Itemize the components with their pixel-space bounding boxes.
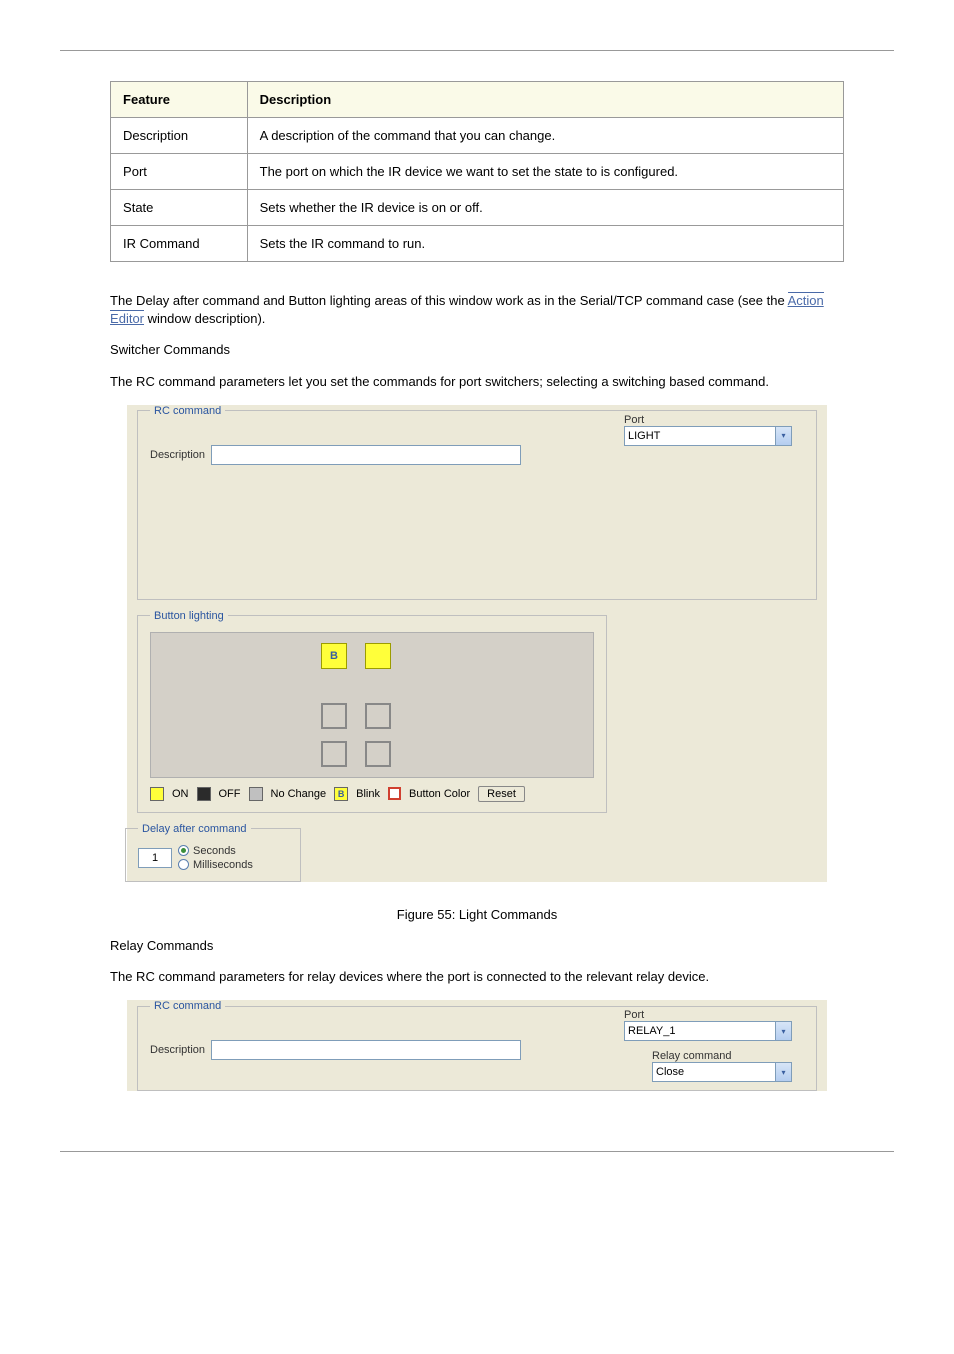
swatch-off — [197, 787, 211, 801]
label-relay-command: Relay command — [652, 1050, 731, 1062]
figure-caption: Figure 55: Light Commands — [110, 906, 844, 924]
label-description: Description — [150, 1044, 205, 1056]
para-delay-lighting: The Delay after command and Button light… — [110, 292, 844, 328]
feature-table: Feature Description Description A descri… — [110, 81, 844, 262]
para-relay: The RC command parameters for relay devi… — [110, 968, 844, 986]
swatch-blink: B — [334, 787, 348, 801]
port-select[interactable] — [624, 1021, 792, 1041]
th-description: Description — [247, 82, 843, 118]
fieldset-rc-command: RC command Description Port ▾ — [137, 405, 817, 600]
lighting-button-slot[interactable] — [321, 703, 347, 729]
radio-milliseconds[interactable] — [178, 859, 189, 870]
swatch-nochange — [249, 787, 263, 801]
table-row: Description A description of the command… — [111, 118, 844, 154]
dialog-light-commands: RC command Description Port ▾ Button lig… — [127, 405, 827, 882]
fieldset-delay: Delay after command Seconds Milliseconds — [125, 823, 301, 882]
table-row: State Sets whether the IR device is on o… — [111, 190, 844, 226]
heading-switcher: Switcher Commands — [110, 341, 844, 359]
para-switcher: The RC command parameters let you set th… — [110, 373, 844, 391]
fieldset-button-lighting: Button lighting B ON OFF No Change — [137, 610, 607, 813]
reset-button[interactable]: Reset — [478, 786, 525, 802]
label-description: Description — [150, 449, 205, 461]
table-row: Port The port on which the IR device we … — [111, 154, 844, 190]
th-feature: Feature — [111, 82, 248, 118]
description-input[interactable] — [211, 1040, 521, 1060]
label-port: Port — [624, 1009, 644, 1021]
relay-command-select[interactable] — [652, 1062, 792, 1082]
delay-input[interactable] — [138, 848, 172, 868]
fieldset-rc-command-relay: RC command Description Port ▾ Relay comm… — [137, 1000, 817, 1091]
lighting-button-b[interactable]: B — [321, 643, 347, 669]
lighting-button-slot[interactable] — [365, 703, 391, 729]
lighting-button-on[interactable] — [365, 643, 391, 669]
lighting-canvas: B — [150, 632, 594, 778]
port-select[interactable] — [624, 426, 792, 446]
swatch-buttoncolor — [388, 787, 401, 800]
lighting-button-slot[interactable] — [365, 741, 391, 767]
swatch-on — [150, 787, 164, 801]
dialog-relay-commands: RC command Description Port ▾ Relay comm… — [127, 1000, 827, 1091]
radio-seconds[interactable] — [178, 845, 189, 856]
label-port: Port — [624, 414, 644, 426]
lighting-legend: ON OFF No Change B Blink Button Color Re… — [150, 786, 594, 802]
table-row: IR Command Sets the IR command to run. — [111, 226, 844, 262]
heading-relay: Relay Commands — [110, 937, 844, 955]
description-input[interactable] — [211, 445, 521, 465]
lighting-button-slot[interactable] — [321, 741, 347, 767]
